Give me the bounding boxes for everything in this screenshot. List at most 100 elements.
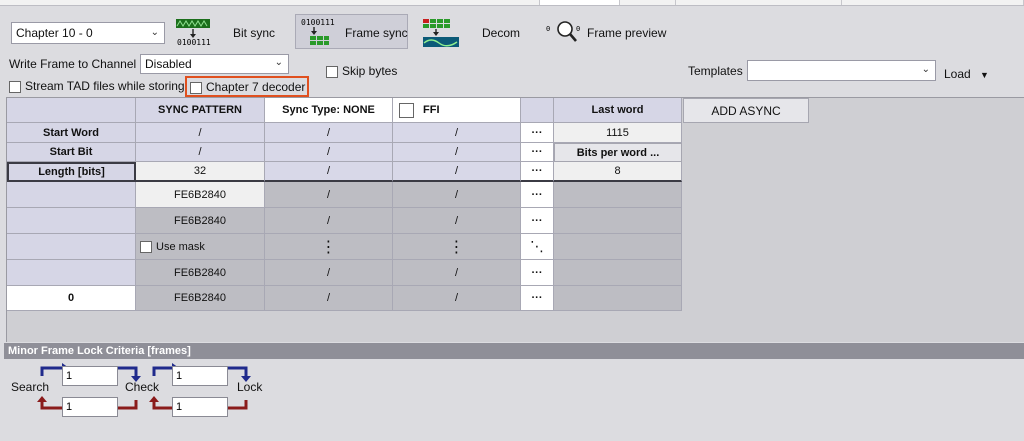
ffi-header[interactable]: FFI — [393, 98, 521, 123]
tab-strip-segment — [676, 0, 842, 5]
start-bit-label: Start Bit — [7, 143, 136, 162]
write-frame-value: Disabled — [145, 57, 192, 71]
pattern-type-cell[interactable]: / — [265, 208, 393, 234]
ellipsis-button[interactable]: ··· — [521, 286, 554, 311]
templates-select[interactable]: ⌄ — [747, 60, 936, 81]
pattern-type-cell[interactable]: / — [265, 260, 393, 286]
lock-to-check-input[interactable] — [172, 397, 228, 417]
caret-down-icon: ▼ — [980, 70, 989, 80]
pattern-last-cell[interactable] — [554, 286, 682, 311]
frame-preview-icon[interactable]: 0 0 — [546, 17, 584, 47]
start-word-ffi-cell[interactable]: / — [393, 123, 521, 143]
grid-header-blank — [521, 98, 554, 123]
pattern-row-label — [7, 234, 136, 260]
length-type-cell[interactable]: / — [265, 162, 393, 182]
frame-sync-grid: SYNC PATTERN Sync Type: NONE FFI Last wo… — [6, 97, 1024, 342]
chapter-select-value: Chapter 10 - 0 — [16, 26, 93, 40]
chapter-select[interactable]: Chapter 10 - 0 ⌄ — [11, 22, 165, 44]
bit-sync-icon[interactable]: 0100111 — [174, 17, 214, 47]
back-arrow-icon — [118, 400, 138, 410]
lock-criteria-title: Minor Frame Lock Criteria [frames] — [4, 343, 1024, 359]
tab-strip-segment — [0, 0, 540, 5]
add-async-button[interactable]: ADD ASYNC — [683, 98, 809, 123]
frame-preview-label[interactable]: Frame preview — [587, 26, 666, 40]
pattern-type-cell[interactable]: / — [265, 286, 393, 311]
top-tab-strip — [0, 0, 1024, 6]
checkbox-icon — [326, 65, 338, 78]
diagonal-ellipsis-button[interactable]: ⋱ — [521, 234, 554, 260]
use-mask-label: Use mask — [156, 240, 205, 253]
ellipsis-button[interactable]: ··· — [521, 162, 554, 182]
chevron-down-icon: ⌄ — [921, 64, 930, 75]
start-word-sync-cell[interactable]: / — [136, 123, 265, 143]
bits-per-word-button[interactable]: Bits per word ... — [554, 143, 682, 162]
decom-icon[interactable] — [421, 17, 461, 49]
ellipsis-button[interactable]: ··· — [521, 123, 554, 143]
svg-text:0: 0 — [546, 25, 550, 33]
length-value[interactable]: 32 — [136, 162, 265, 182]
checkbox-icon — [190, 81, 202, 94]
load-label: Load — [944, 67, 971, 81]
load-button[interactable]: Load ▼ — [944, 67, 989, 81]
check-to-lock-input[interactable] — [172, 366, 228, 386]
frame-sync-icon: 0100111 — [301, 18, 335, 45]
pattern-ffi-cell[interactable]: / — [393, 182, 521, 208]
pattern-ffi-cell[interactable]: / — [393, 208, 521, 234]
vertical-ellipsis-cell[interactable]: ⋮ — [393, 234, 521, 260]
pattern-ffi-cell[interactable]: / — [393, 286, 521, 311]
start-word-type-cell[interactable]: / — [265, 123, 393, 143]
ellipsis-button[interactable]: ··· — [521, 182, 554, 208]
ellipsis-button[interactable]: ··· — [521, 143, 554, 162]
pattern-value-cell[interactable]: FE6B2840 — [136, 260, 265, 286]
pattern-row-label — [7, 208, 136, 234]
stream-tad-checkbox[interactable]: Stream TAD files while storing — [9, 79, 185, 93]
use-mask-checkbox[interactable]: Use mask — [136, 234, 265, 260]
frame-sync-label: Frame sync — [345, 26, 408, 40]
forward-arrow-icon — [40, 366, 62, 376]
skip-bytes-label: Skip bytes — [342, 64, 398, 78]
check-to-search-input[interactable] — [62, 397, 118, 417]
bottom-row-label[interactable]: 0 — [7, 286, 136, 311]
start-bit-sync-cell[interactable]: / — [136, 143, 265, 162]
frame-sync-button[interactable]: 0100111 Frame sync — [295, 14, 408, 49]
chevron-down-icon: ⌄ — [274, 57, 283, 68]
last-word-header: Last word — [554, 98, 682, 123]
chapter7-decoder-checkbox[interactable]: Chapter 7 decoder — [185, 76, 309, 97]
skip-bytes-checkbox[interactable]: Skip bytes — [326, 64, 397, 78]
pattern-value-cell[interactable]: FE6B2840 — [136, 208, 265, 234]
start-word-label: Start Word — [7, 123, 136, 143]
decom-label[interactable]: Decom — [482, 26, 520, 40]
checkbox-icon — [399, 102, 414, 118]
pattern-value-cell[interactable]: FE6B2840 — [136, 182, 265, 208]
length-ffi-cell[interactable]: / — [393, 162, 521, 182]
tab-strip-segment — [842, 0, 1024, 5]
svg-text:0: 0 — [576, 25, 580, 33]
sync-pattern-header: SYNC PATTERN — [136, 98, 265, 123]
svg-text:0100111: 0100111 — [177, 38, 211, 47]
ellipsis-button[interactable]: ··· — [521, 208, 554, 234]
ellipsis-button[interactable]: ··· — [521, 260, 554, 286]
pattern-row-label — [7, 260, 136, 286]
pattern-last-cell[interactable] — [554, 234, 682, 260]
pattern-last-cell[interactable] — [554, 208, 682, 234]
last-word-value[interactable]: 1115 — [554, 123, 682, 143]
chevron-down-icon: ⌄ — [150, 27, 159, 38]
write-frame-select[interactable]: Disabled ⌄ — [140, 54, 289, 74]
search-to-check-input[interactable] — [62, 366, 118, 386]
tab-strip-segment-active — [540, 0, 620, 5]
grid-corner — [7, 98, 136, 123]
pattern-type-cell[interactable]: / — [265, 182, 393, 208]
vertical-ellipsis-cell[interactable]: ⋮ — [265, 234, 393, 260]
checkbox-icon — [9, 80, 21, 93]
pattern-last-cell[interactable] — [554, 260, 682, 286]
pattern-ffi-cell[interactable]: / — [393, 260, 521, 286]
bits-per-word-value[interactable]: 8 — [554, 162, 682, 182]
start-bit-type-cell[interactable]: / — [265, 143, 393, 162]
start-bit-ffi-cell[interactable]: / — [393, 143, 521, 162]
tab-strip-segment — [620, 0, 676, 5]
pattern-value-cell[interactable]: FE6B2840 — [136, 286, 265, 311]
ffi-label: FFI — [423, 104, 440, 116]
sync-type-header[interactable]: Sync Type: NONE — [265, 98, 393, 123]
bit-sync-label[interactable]: Bit sync — [233, 26, 275, 40]
pattern-last-cell[interactable] — [554, 182, 682, 208]
